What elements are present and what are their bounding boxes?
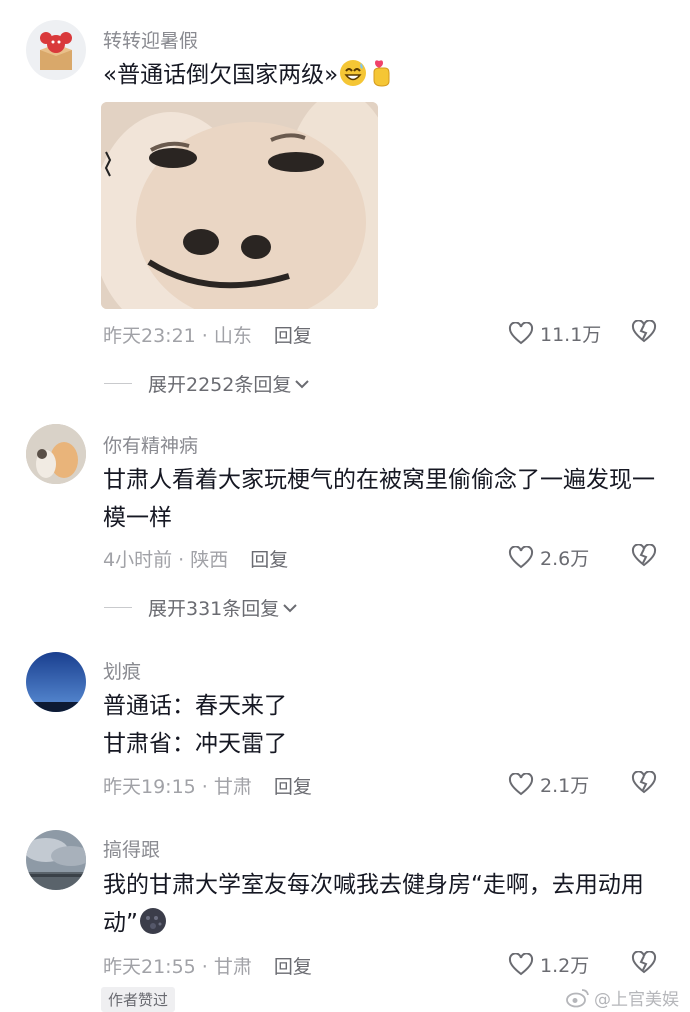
- heart-icon: [508, 952, 534, 975]
- broken-heart-icon: [631, 319, 657, 343]
- dislike-button[interactable]: [631, 319, 657, 348]
- like-count: 1.2万: [540, 955, 590, 977]
- reply-button[interactable]: 回复: [274, 956, 312, 978]
- comment-line: 甘肃省：冲天雷了: [103, 731, 287, 757]
- reply-button[interactable]: 回复: [274, 325, 312, 347]
- expand-replies[interactable]: 展开2252条回复: [104, 370, 310, 397]
- avatar[interactable]: [26, 20, 86, 80]
- dislike-button[interactable]: [631, 950, 657, 979]
- chevron-down-icon: [295, 379, 310, 388]
- finger-heart-emoji: [368, 58, 394, 100]
- broken-heart-icon: [631, 770, 657, 794]
- username[interactable]: 搞得跟: [103, 835, 160, 862]
- reply-button[interactable]: 回复: [250, 549, 288, 571]
- reply-button[interactable]: 回复: [274, 776, 312, 798]
- avatar[interactable]: [26, 830, 86, 890]
- timestamp-location: 昨天23:21 · 山东: [103, 325, 252, 347]
- username[interactable]: 转转迎暑假: [103, 26, 198, 53]
- comment-text: 甘肃人看着大家玩梗气的在被窝里偷偷念了一遍发现一模一样: [103, 467, 655, 531]
- chevron-down-icon: [283, 603, 297, 612]
- like-button[interactable]: 2.1万: [508, 771, 589, 798]
- weibo-logo-icon: [566, 988, 589, 1007]
- comment-text: 普通话：春天来了 甘肃省：冲天雷了: [103, 687, 663, 763]
- comment-text: «普通话倒欠国家两级»: [103, 56, 663, 100]
- divider: [104, 607, 132, 608]
- like-button[interactable]: 1.2万: [508, 951, 589, 978]
- expand-replies[interactable]: 展开331条回复: [104, 594, 297, 621]
- dark-moon-emoji: [138, 906, 168, 948]
- comment-line: 普通话：春天来了: [103, 693, 287, 719]
- timestamp-location: 昨天21:55 · 甘肃: [103, 956, 252, 978]
- grinning-sweat-emoji: [338, 58, 368, 100]
- comment-meta: 昨天21:55 · 甘肃 回复: [103, 952, 312, 979]
- like-count: 2.6万: [540, 548, 590, 570]
- watermark: @上官美娱: [566, 985, 679, 1010]
- comment-meta: 4小时前 · 陕西 回复: [103, 545, 288, 572]
- heart-icon: [508, 321, 534, 344]
- like-count: 11.1万: [540, 324, 602, 346]
- author-liked-badge: 作者赞过: [101, 987, 176, 1012]
- broken-heart-icon: [631, 950, 657, 974]
- like-button[interactable]: 11.1万: [508, 320, 601, 347]
- dislike-button[interactable]: [631, 770, 657, 799]
- heart-icon: [508, 772, 534, 795]
- avatar[interactable]: [26, 424, 86, 484]
- comment-meta: 昨天19:15 · 甘肃 回复: [103, 772, 312, 799]
- username[interactable]: 划痕: [103, 657, 141, 684]
- username[interactable]: 你有精神病: [103, 431, 198, 458]
- like-count: 2.1万: [540, 775, 590, 797]
- timestamp-location: 4小时前 · 陕西: [103, 549, 229, 571]
- heart-icon: [508, 545, 534, 568]
- meme-image[interactable]: [101, 102, 378, 309]
- dislike-button[interactable]: [631, 543, 657, 572]
- broken-heart-icon: [631, 543, 657, 567]
- avatar[interactable]: [26, 652, 86, 712]
- like-button[interactable]: 2.6万: [508, 544, 589, 571]
- comment-meta: 昨天23:21 · 山东 回复: [103, 321, 312, 348]
- timestamp-location: 昨天19:15 · 甘肃: [103, 776, 252, 798]
- divider: [104, 383, 132, 384]
- comment-text: 我的甘肃大学室友每次喊我去健身房“走啊，去用动用动”: [103, 866, 663, 948]
